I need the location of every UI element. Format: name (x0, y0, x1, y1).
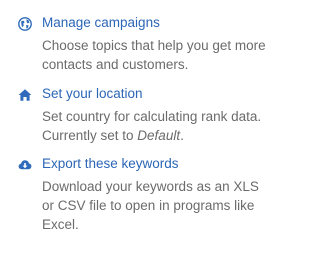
set-location-link[interactable]: Set your location (42, 85, 143, 103)
current-location-value: Default (137, 128, 181, 143)
globe-icon (18, 17, 32, 31)
set-location-description: Set country for calculating rank data. C… (42, 107, 274, 145)
manage-campaigns-description: Choose topics that help you get more con… (42, 38, 266, 72)
location-description-suffix: . (180, 128, 184, 143)
home-icon (18, 88, 32, 102)
actions-panel: Manage campaigns Choose topics that help… (0, 0, 278, 265)
export-keywords-description: Download your keywords as an XLS or CSV … (42, 179, 259, 232)
cloud-download-icon (18, 158, 32, 172)
manage-campaigns-link[interactable]: Manage campaigns (42, 14, 160, 32)
export-keywords-link[interactable]: Export these keywords (42, 155, 179, 173)
